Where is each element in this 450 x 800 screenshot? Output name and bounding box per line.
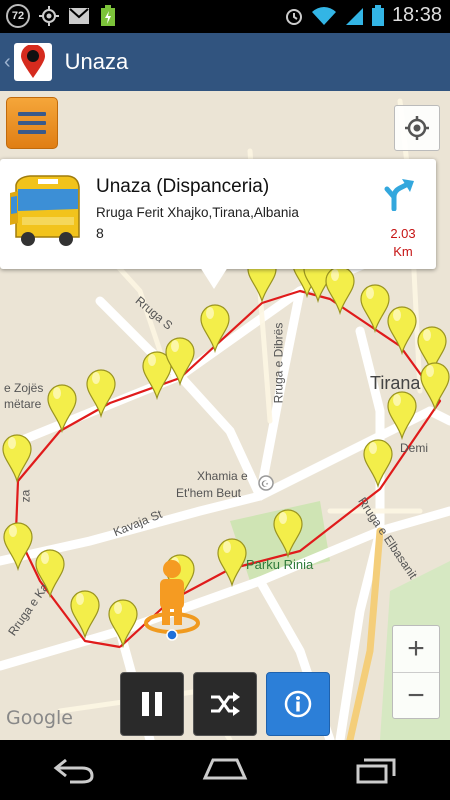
bus-stop-marker[interactable] xyxy=(360,284,390,334)
crosshair-icon xyxy=(405,116,429,140)
bus-stop-marker[interactable] xyxy=(3,522,33,572)
map-view[interactable]: ☪ Rruga S Rruga e Dibrës Tirana e Zojës … xyxy=(0,91,450,740)
home-icon[interactable] xyxy=(201,756,249,784)
popup-pointer xyxy=(200,267,228,289)
bus-stop-marker[interactable] xyxy=(387,306,417,356)
gmail-icon xyxy=(69,8,89,24)
status-bar: 72 18:38 xyxy=(0,0,450,33)
distance-unit: Km xyxy=(393,244,413,259)
stop-number: 8 xyxy=(96,225,104,241)
signal-icon xyxy=(345,7,363,25)
alarm-icon xyxy=(285,8,302,25)
menu-icon-bar xyxy=(18,112,46,116)
distance-value: 2.03 xyxy=(390,226,416,241)
bus-stop-marker[interactable] xyxy=(273,509,303,559)
turn-direction-icon[interactable] xyxy=(384,177,416,211)
bus-stop-marker[interactable] xyxy=(165,337,195,387)
bus-stop-marker[interactable] xyxy=(47,384,77,434)
stop-info-popup[interactable]: Unaza (Dispanceria) Rruga Ferit Xhajko,T… xyxy=(0,159,436,289)
menu-icon-bar xyxy=(18,130,46,134)
page-title: Unaza xyxy=(64,49,129,74)
pause-icon xyxy=(142,692,162,716)
bus-icon xyxy=(10,175,80,246)
bus-stop-marker[interactable] xyxy=(200,304,230,354)
back-icon[interactable] xyxy=(52,756,96,784)
battery-charging-icon xyxy=(101,5,115,26)
bus-stop-marker[interactable] xyxy=(86,369,116,419)
user-location-marker[interactable] xyxy=(138,559,208,643)
zoom-out-button[interactable]: − xyxy=(393,673,439,719)
menu-button[interactable] xyxy=(6,97,58,149)
info-button[interactable] xyxy=(266,672,330,736)
stop-address: Rruga Ferit Xhajko,Tirana,Albania xyxy=(96,205,299,220)
clock: 18:38 xyxy=(391,4,442,26)
bus-stop-marker[interactable] xyxy=(70,590,100,640)
navigation-bar xyxy=(0,740,450,800)
info-icon xyxy=(284,690,312,718)
bus-stop-marker[interactable] xyxy=(325,266,355,316)
action-bar: ‹ Unaza xyxy=(0,33,450,91)
recent-apps-icon[interactable] xyxy=(354,756,398,784)
menu-icon-bar xyxy=(18,121,46,125)
zoom-in-button[interactable]: + xyxy=(393,626,439,672)
up-caret-icon[interactable]: ‹ xyxy=(4,51,11,74)
map-pin-icon xyxy=(20,45,45,78)
stop-distance: 2.03 Km xyxy=(372,225,434,261)
bus-stop-marker[interactable] xyxy=(2,434,32,484)
google-logo: Google xyxy=(6,707,74,729)
app-logo[interactable] xyxy=(13,43,52,81)
bus-stop-marker[interactable] xyxy=(420,362,450,412)
gps-icon xyxy=(39,6,59,26)
wifi-icon xyxy=(311,6,336,25)
bus-stop-marker[interactable] xyxy=(35,549,65,599)
notification-badge: 72 xyxy=(6,4,30,28)
bus-stop-marker[interactable] xyxy=(217,538,247,588)
shuffle-button[interactable] xyxy=(193,672,257,736)
shuffle-icon xyxy=(211,692,240,716)
stop-title: Unaza (Dispanceria) xyxy=(96,176,270,197)
my-location-button[interactable] xyxy=(394,105,440,151)
pause-button[interactable] xyxy=(120,672,184,736)
bus-stop-marker[interactable] xyxy=(363,439,393,489)
bus-stop-marker[interactable] xyxy=(142,351,172,401)
zoom-controls: + − xyxy=(392,625,440,719)
bus-stop-marker[interactable] xyxy=(387,391,417,441)
battery-icon xyxy=(371,4,384,26)
bus-stop-marker[interactable] xyxy=(108,599,138,649)
